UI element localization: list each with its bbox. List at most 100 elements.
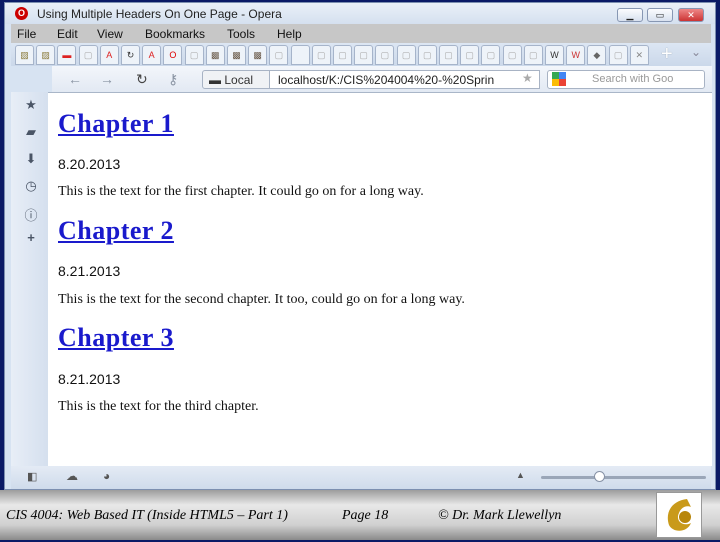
- opera-tab-icon: O: [169, 50, 177, 60]
- menu-file[interactable]: File: [17, 27, 36, 41]
- browser-tab[interactable]: ▢: [311, 45, 331, 65]
- page-tab-icon: ▢: [359, 50, 368, 60]
- page-tab-icon: ▢: [401, 50, 411, 60]
- notes-icon[interactable]: ▰: [23, 124, 39, 140]
- browser-tab[interactable]: [290, 45, 310, 65]
- chapter-2-text: This is the text for the second chapter.…: [58, 292, 465, 307]
- menu-tools[interactable]: Tools: [227, 27, 255, 41]
- tab-strip: ▨ ▨ ▬ ▢ A ↻ A O ▢ ▩ ▩ ▩ ▢ ▢ ▢ ▢ ▢ ▢ ▢ ▢ ▢ ▢ ▢ ▢ W W ◆ ▢ ✕ + ⌄: [11, 43, 711, 66]
- browser-tab[interactable]: ▢: [608, 45, 628, 65]
- bookmarks-star-icon[interactable]: ★: [23, 97, 39, 113]
- browser-tab[interactable]: W: [545, 45, 564, 65]
- browser-tab[interactable]: ▢: [523, 45, 543, 65]
- local-badge[interactable]: ▬ Local: [202, 70, 270, 89]
- gray-tab-icon: ◆: [593, 50, 601, 60]
- chapter-2-date: 8.21.2013: [58, 263, 121, 279]
- photo-tab-icon: ▩: [232, 50, 241, 60]
- red-tab-icon: ▬: [62, 50, 72, 60]
- history-icon[interactable]: ◷: [23, 178, 39, 194]
- reload-icon[interactable]: ↻: [136, 71, 148, 88]
- browser-tab[interactable]: ▢: [502, 45, 522, 65]
- menu-bookmarks[interactable]: Bookmarks: [145, 27, 205, 41]
- back-icon[interactable]: ←: [68, 71, 82, 87]
- maximize-button[interactable]: ▭: [647, 8, 673, 22]
- page-content: Chapter 1 8.20.2013 This is the text for…: [48, 92, 712, 466]
- chapter-1-date: 8.20.2013: [58, 156, 121, 172]
- browser-tab[interactable]: A: [142, 45, 162, 65]
- browser-tab[interactable]: ▢: [439, 45, 458, 65]
- local-label: Local: [224, 73, 254, 87]
- browser-tab[interactable]: ▢: [396, 45, 416, 65]
- menu-help[interactable]: Help: [277, 27, 302, 41]
- browser-tab[interactable]: ▢: [375, 45, 395, 65]
- unite-cloud-icon[interactable]: ☁: [66, 469, 78, 483]
- photo-tab-icon: ▩: [253, 50, 262, 60]
- tab-menu-chevron-icon[interactable]: ⌄: [691, 45, 701, 59]
- browser-tab[interactable]: ▢: [184, 45, 204, 65]
- browser-tab[interactable]: W: [566, 45, 586, 65]
- browser-tab[interactable]: ▢: [460, 45, 480, 65]
- page-tab-icon: ▢: [529, 50, 538, 60]
- browser-window: O Using Multiple Headers On One Page - O…: [4, 2, 716, 490]
- browser-tab[interactable]: ▨: [36, 45, 56, 65]
- view-toggle-icon[interactable]: ▲: [516, 470, 525, 480]
- zoom-slider[interactable]: [541, 471, 706, 482]
- menu-edit[interactable]: Edit: [57, 27, 78, 41]
- downloads-icon[interactable]: ⬇: [23, 151, 39, 167]
- page-tab-icon: ▢: [507, 50, 517, 60]
- browser-tab[interactable]: ▨: [15, 45, 34, 65]
- image-tab-icon: ▨: [41, 50, 50, 60]
- opera-logo-icon: O: [15, 7, 28, 20]
- browser-tab[interactable]: ▢: [333, 45, 352, 65]
- add-panel-icon[interactable]: +: [23, 230, 39, 245]
- browser-tab[interactable]: ▩: [205, 45, 225, 65]
- slide-footer: CIS 4004: Web Based IT (Inside HTML5 – P…: [0, 490, 720, 540]
- adobe-tab-icon: A: [148, 50, 155, 60]
- info-icon[interactable]: ⓘ: [23, 205, 39, 224]
- zoom-slider-knob[interactable]: [593, 471, 605, 482]
- browser-tab[interactable]: O: [163, 45, 183, 65]
- monitor-icon: ▬: [209, 73, 221, 87]
- menu-bar: File Edit View Bookmarks Tools Help: [11, 24, 711, 43]
- browser-tab[interactable]: ▬: [57, 45, 77, 65]
- chapter-3-heading[interactable]: Chapter 3: [58, 323, 174, 353]
- photo-tab-icon: ▩: [211, 50, 220, 60]
- address-bar: ← → ↻ ⚷ ▬ Local localhost/K:/CIS%204004%…: [52, 66, 712, 92]
- page-tab-icon: ▢: [338, 50, 347, 60]
- browser-tab[interactable]: ▢: [78, 45, 98, 65]
- footer-course: CIS 4004: Web Based IT (Inside HTML5 – P…: [6, 508, 288, 523]
- bookmark-star-icon[interactable]: ★: [522, 71, 533, 85]
- browser-tab[interactable]: ▢: [354, 45, 374, 65]
- url-input[interactable]: localhost/K:/CIS%204004%20-%20Sprin: [270, 70, 540, 89]
- browser-tab[interactable]: A: [99, 45, 119, 65]
- new-tab-icon[interactable]: +: [661, 43, 673, 66]
- browser-tab[interactable]: ▩: [227, 45, 246, 65]
- page-tab-icon: ▢: [444, 50, 453, 60]
- search-input[interactable]: Search with Goo: [547, 70, 705, 89]
- chapter-1-heading[interactable]: Chapter 1: [58, 109, 174, 139]
- status-bar: ◧ ☁ ◕ ▲: [11, 466, 711, 489]
- panel-toggle-icon[interactable]: ◧: [27, 470, 37, 483]
- minimize-button[interactable]: ▁: [617, 8, 643, 22]
- key-icon[interactable]: ⚷: [168, 71, 178, 88]
- browser-tab[interactable]: ▩: [248, 45, 268, 65]
- chapter-3-date: 8.21.2013: [58, 371, 121, 387]
- adobe-tab-icon: A: [106, 50, 113, 60]
- close-tab-icon[interactable]: ✕: [629, 45, 649, 65]
- reload-tab-icon: ↻: [126, 50, 135, 60]
- browser-tab[interactable]: ▢: [269, 45, 289, 65]
- panel-sidebar: ★ ▰ ⬇ ◷ ⓘ +: [11, 92, 49, 466]
- turbo-icon[interactable]: ◕: [103, 469, 110, 483]
- browser-tab[interactable]: ▢: [417, 45, 437, 65]
- forward-icon[interactable]: →: [100, 71, 114, 87]
- page-tab-icon: ▢: [274, 50, 284, 60]
- close-button[interactable]: ✕: [678, 8, 704, 22]
- window-title: Using Multiple Headers On One Page - Ope…: [37, 7, 282, 21]
- chapter-2-heading[interactable]: Chapter 2: [58, 216, 174, 246]
- page-tab-icon: ▢: [423, 50, 432, 60]
- menu-view[interactable]: View: [97, 27, 123, 41]
- browser-tab[interactable]: ◆: [587, 45, 607, 65]
- google-icon[interactable]: [552, 72, 566, 86]
- browser-tab[interactable]: ↻: [121, 45, 140, 65]
- browser-tab[interactable]: ▢: [481, 45, 501, 65]
